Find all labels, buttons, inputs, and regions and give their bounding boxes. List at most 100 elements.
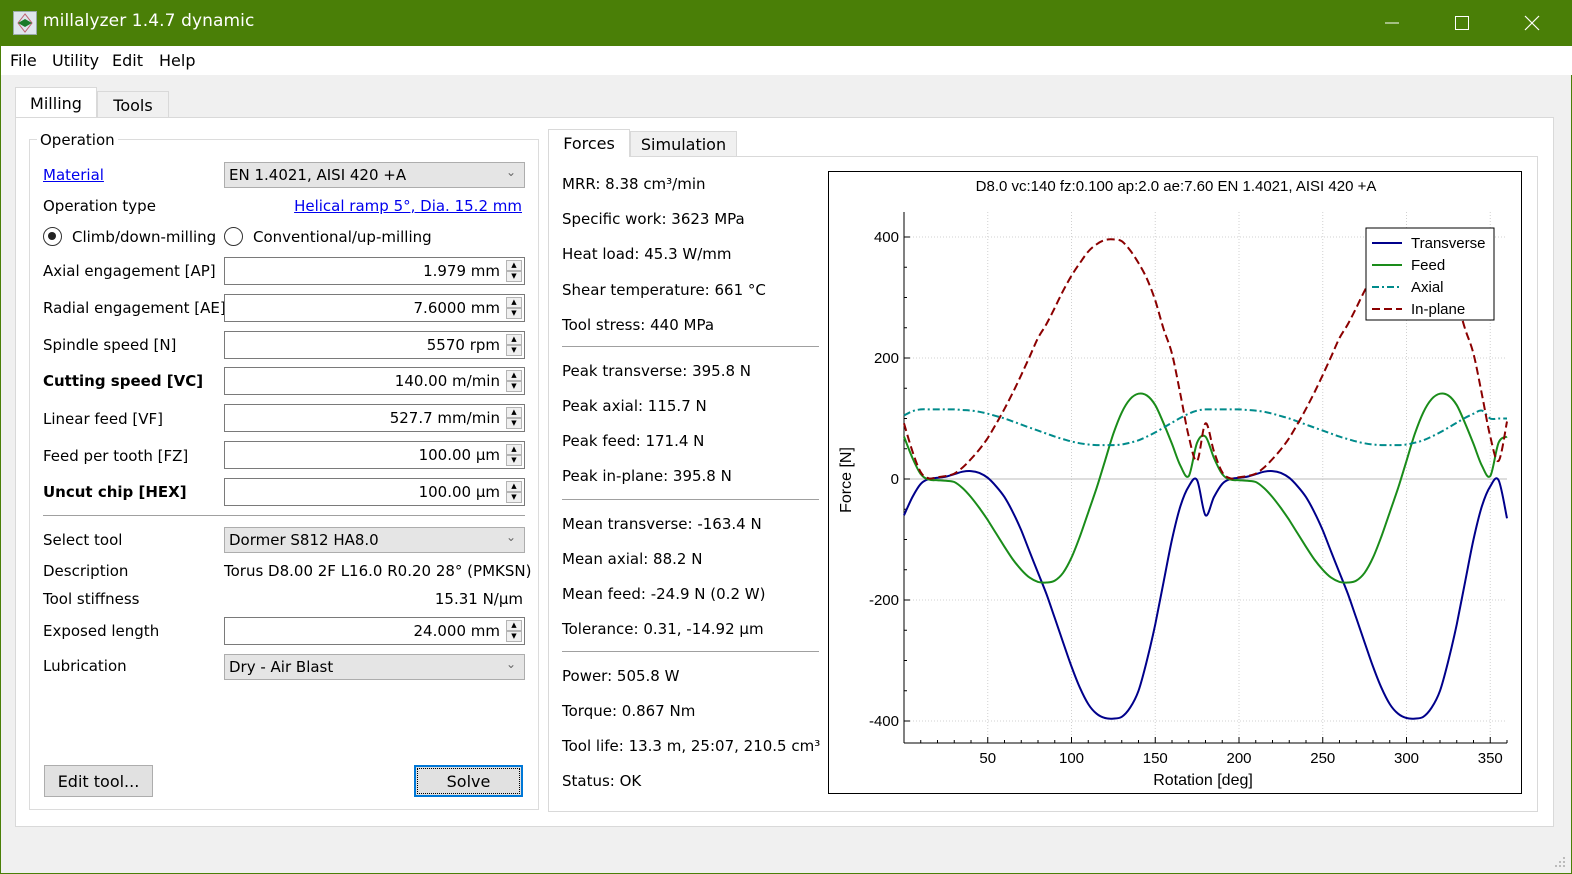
uncut-chip-label: Uncut chip [HEX] [43, 483, 187, 501]
radial-engagement-input[interactable]: 7.6000 mm ▲ ▼ [224, 294, 525, 322]
x-tick-label: 150 [1143, 750, 1168, 767]
stats-divider [562, 499, 819, 500]
spin-down-icon[interactable]: ▼ [506, 455, 522, 466]
axial-engagement-input[interactable]: 1.979 mm ▲ ▼ [224, 257, 525, 285]
linear-feed-input[interactable]: 527.7 mm/min ▲ ▼ [224, 404, 525, 432]
operation-type-label: Operation type [43, 197, 156, 215]
title-bar: millalyzer 1.4.7 dynamic [1, 0, 1572, 46]
stat-mean-feed: Mean feed: -24.9 N (0.2 W) [562, 585, 766, 603]
cutting-speed-input[interactable]: 140.00 m/min ▲ ▼ [224, 367, 525, 395]
cutting-speed-value: 140.00 m/min [394, 372, 500, 390]
tool-stiffness-label: Tool stiffness [43, 590, 140, 608]
y-tick-label: 0 [891, 471, 899, 488]
spin-down-icon[interactable]: ▼ [506, 631, 522, 642]
y-tick-label: 400 [874, 229, 899, 246]
tab-forces-label: Forces [563, 134, 615, 153]
feed-per-tooth-input[interactable]: 100.00 µm ▲ ▼ [224, 441, 525, 469]
material-link[interactable]: Material [43, 166, 104, 184]
chevron-down-icon: ⌄ [505, 165, 516, 179]
exposed-length-input[interactable]: 24.000 mm ▲ ▼ [224, 617, 525, 645]
tool-stiffness-value: 15.31 N/µm [434, 590, 523, 608]
uncut-chip-value: 100.00 µm [418, 483, 500, 501]
menu-utility[interactable]: Utility [52, 51, 99, 70]
tab-simulation-label: Simulation [640, 134, 727, 154]
chevron-down-icon: ⌄ [505, 657, 516, 671]
maximize-button[interactable] [1427, 0, 1497, 46]
spin-down-icon[interactable]: ▼ [506, 418, 522, 429]
spin-down-icon[interactable]: ▼ [506, 492, 522, 503]
uncut-chip-input[interactable]: 100.00 µm ▲ ▼ [224, 478, 525, 506]
tab-milling-label: Milling [30, 93, 82, 113]
axial-engagement-value: 1.979 mm [423, 262, 500, 280]
stat-shear-temperature: Shear temperature: 661 °C [562, 281, 766, 299]
legend-label: Feed [1411, 257, 1445, 274]
tab-forces[interactable]: Forces [548, 129, 630, 157]
linear-feed-value: 527.7 mm/min [389, 409, 500, 427]
window-title: millalyzer 1.4.7 dynamic [43, 11, 255, 31]
select-tool-label: Select tool [43, 531, 123, 549]
spin-up-icon[interactable]: ▲ [506, 297, 522, 308]
lubrication-dropdown[interactable]: Dry - Air Blast ⌄ [224, 654, 525, 680]
tab-simulation[interactable]: Simulation [630, 131, 737, 156]
climb-milling-radio[interactable]: Climb/down-milling [43, 227, 216, 246]
spin-up-icon[interactable]: ▲ [506, 260, 522, 271]
series-line-transverse [903, 470, 1508, 720]
force-chart: D8.0 vc:140 fz:0.100 ap:2.0 ae:7.60 EN 1… [828, 171, 1522, 794]
y-tick-label: -200 [869, 592, 899, 609]
resize-grip-icon[interactable] [1553, 855, 1567, 869]
spin-down-icon[interactable]: ▼ [506, 271, 522, 282]
x-tick-label: 100 [1059, 750, 1084, 767]
stats-divider [562, 651, 819, 652]
tab-tools-label: Tools [113, 96, 153, 115]
app-icon [13, 11, 37, 35]
series-line-feed [903, 392, 1508, 584]
exposed-length-label: Exposed length [43, 622, 160, 640]
chart-title: D8.0 vc:140 fz:0.100 ap:2.0 ae:7.60 EN 1… [976, 178, 1377, 195]
spindle-speed-input[interactable]: 5570 rpm ▲ ▼ [224, 331, 525, 359]
menu-edit[interactable]: Edit [112, 51, 143, 70]
stat-power: Power: 505.8 W [562, 667, 680, 685]
x-tick-label: 350 [1478, 750, 1503, 767]
select-tool-dropdown[interactable]: Dormer S812 HA8.0 ⌄ [224, 527, 525, 553]
edit-tool-button-label: Edit tool... [57, 771, 140, 791]
stats-divider [562, 346, 819, 347]
y-tick-label: -400 [869, 713, 899, 730]
spin-up-icon[interactable]: ▲ [506, 481, 522, 492]
spin-up-icon[interactable]: ▲ [506, 620, 522, 631]
minimize-button[interactable] [1357, 0, 1427, 46]
menu-help[interactable]: Help [159, 51, 195, 70]
conventional-milling-radio[interactable]: Conventional/up-milling [224, 227, 432, 246]
spin-up-icon[interactable]: ▲ [506, 334, 522, 345]
spin-up-icon[interactable]: ▲ [506, 444, 522, 455]
minimize-icon [1385, 22, 1399, 24]
close-icon [1524, 15, 1540, 31]
close-button[interactable] [1497, 0, 1567, 46]
material-select-value: EN 1.4021, AISI 420 +A [229, 166, 407, 184]
stat-mean-transverse: Mean transverse: -163.4 N [562, 515, 762, 533]
spin-down-icon[interactable]: ▼ [506, 381, 522, 392]
stat-mean-axial: Mean axial: 88.2 N [562, 550, 703, 568]
operation-type-link[interactable]: Helical ramp 5°, Dia. 15.2 mm [294, 197, 522, 215]
tab-tools[interactable]: Tools [97, 91, 169, 119]
y-axis-label: Force [N] [838, 447, 855, 513]
spin-down-icon[interactable]: ▼ [506, 308, 522, 319]
spin-up-icon[interactable]: ▲ [506, 407, 522, 418]
solve-button[interactable]: Solve [414, 765, 523, 797]
spin-down-icon[interactable]: ▼ [506, 345, 522, 356]
description-label: Description [43, 562, 129, 580]
x-tick-label: 250 [1310, 750, 1335, 767]
spindle-speed-label: Spindle speed [N] [43, 336, 177, 354]
menu-file[interactable]: File [10, 51, 37, 70]
stat-status: Status: OK [562, 772, 642, 790]
cutting-speed-label: Cutting speed [VC] [43, 372, 204, 390]
y-tick-label: 200 [874, 350, 899, 367]
edit-tool-button[interactable]: Edit tool... [44, 765, 153, 797]
tab-milling[interactable]: Milling [15, 87, 97, 118]
radio-checked-icon [43, 227, 62, 246]
spin-up-icon[interactable]: ▲ [506, 370, 522, 381]
material-select[interactable]: EN 1.4021, AISI 420 +A ⌄ [224, 162, 525, 188]
stat-specific-work: Specific work: 3623 MPa [562, 210, 745, 228]
feed-per-tooth-value: 100.00 µm [418, 446, 500, 464]
x-tick-label: 200 [1226, 750, 1251, 767]
legend-label: In-plane [1411, 301, 1465, 318]
